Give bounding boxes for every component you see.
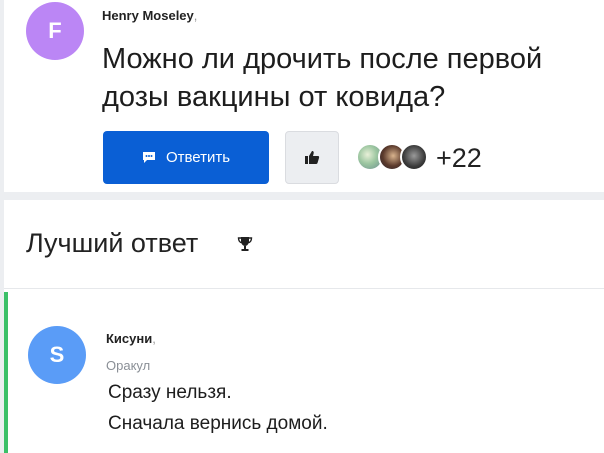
answer-line: Сразу нельзя. <box>108 382 232 403</box>
divider <box>4 288 604 289</box>
best-answer-heading: Лучший ответ <box>26 228 199 258</box>
like-button[interactable] <box>285 131 339 184</box>
liker-avatar[interactable] <box>400 143 428 171</box>
author-rank: Оракул <box>106 358 151 373</box>
chat-bubble-icon <box>142 152 155 163</box>
reply-button[interactable]: Ответить <box>103 131 269 184</box>
reply-button-label: Ответить <box>165 149 231 166</box>
trophy-icon <box>237 237 253 251</box>
author-comma: , <box>152 331 156 346</box>
author-avatar[interactable]: F <box>26 2 84 60</box>
answer-author[interactable]: Кисуни, <box>106 331 156 346</box>
answer-text: Сразу нельзя. Сначала вернись домой. <box>108 377 328 439</box>
likes-count[interactable]: +22 <box>436 143 482 174</box>
author-comma: , <box>193 8 198 23</box>
best-answer-accent-bar <box>4 292 8 453</box>
question-card: F Henry Moseley, Можно ли дрочить после … <box>4 0 604 192</box>
thumbs-up-icon <box>305 151 320 164</box>
best-answer-card: Лучший ответ S Кисуни, Оракул Сразу нель… <box>4 200 604 453</box>
author-name[interactable]: Henry Moseley <box>102 8 194 23</box>
answer-line: Сначала вернись домой. <box>108 413 328 434</box>
answer-author-avatar[interactable]: S <box>28 326 86 384</box>
question-text: Можно ли дрочить после первой дозы вакци… <box>102 43 543 113</box>
author-name[interactable]: Кисуни <box>106 331 152 346</box>
question-author[interactable]: Henry Moseley, <box>102 8 197 23</box>
